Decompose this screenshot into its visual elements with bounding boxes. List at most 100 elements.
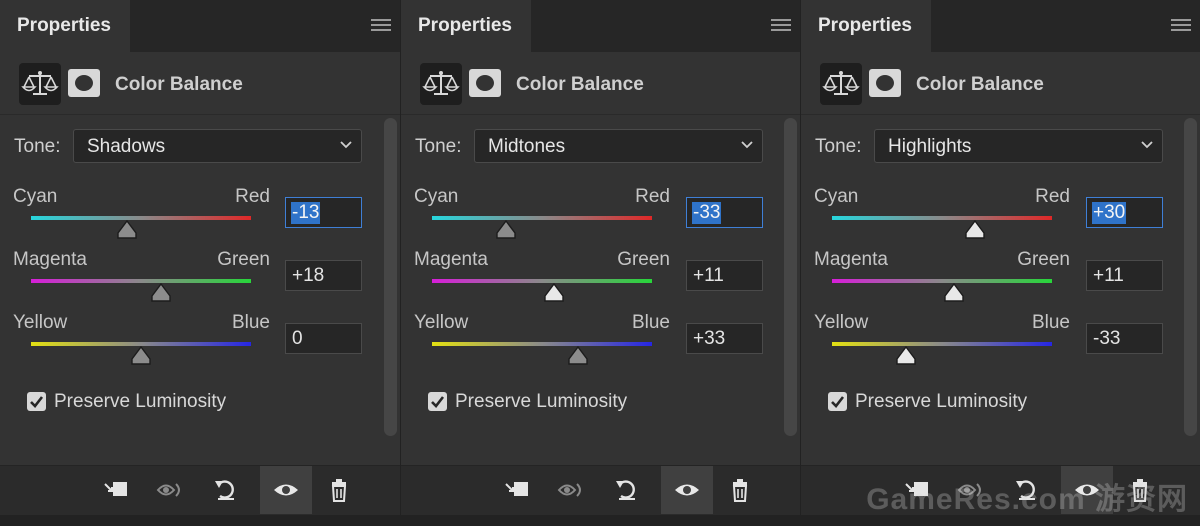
- adjustment-title: Color Balance: [516, 74, 644, 95]
- preserve-luminosity-checkbox[interactable]: [828, 392, 847, 411]
- cyan-red-slider-thumb[interactable]: [495, 220, 517, 239]
- chevron-down-icon: [1141, 141, 1153, 149]
- cyan-red-left-label: Cyan: [814, 186, 859, 207]
- magenta-green-value-field[interactable]: +11: [1086, 260, 1163, 291]
- magenta-green-right-label: Green: [617, 249, 670, 270]
- yellow-blue-slider-thumb[interactable]: [130, 346, 152, 365]
- view-previous-state-icon[interactable]: [155, 476, 187, 504]
- tone-label: Tone:: [415, 136, 462, 157]
- tab-label: Properties: [818, 15, 912, 36]
- panel-menu-icon[interactable]: [371, 19, 391, 33]
- properties-panel-highlights: Properties Color Balance Tone: Highlight: [800, 0, 1200, 526]
- trash-icon[interactable]: [323, 476, 355, 504]
- color-balance-icon[interactable]: [420, 63, 462, 105]
- tab-properties[interactable]: Properties: [0, 0, 130, 52]
- cyan-red-value-field[interactable]: +30: [1086, 197, 1163, 228]
- panel-menu-icon[interactable]: [1171, 19, 1191, 33]
- cyan-red-slider-thumb[interactable]: [964, 220, 986, 239]
- preserve-luminosity-checkbox[interactable]: [27, 392, 46, 411]
- tab-properties[interactable]: Properties: [801, 0, 931, 52]
- preserve-luminosity-label: Preserve Luminosity: [455, 391, 628, 412]
- cyan-red-slider-thumb[interactable]: [116, 220, 138, 239]
- chevron-down-icon: [340, 141, 352, 149]
- tone-dropdown[interactable]: Shadows: [73, 129, 362, 163]
- layer-mask-icon[interactable]: [469, 69, 501, 97]
- adjustment-title: Color Balance: [916, 74, 1044, 95]
- visibility-eye-icon[interactable]: [270, 476, 302, 504]
- tone-dropdown[interactable]: Midtones: [474, 129, 763, 163]
- magenta-green-value: +11: [693, 265, 724, 286]
- preserve-luminosity-checkbox[interactable]: [428, 392, 447, 411]
- magenta-green-slider-track[interactable]: [31, 279, 251, 283]
- cyan-red-value: -33: [692, 202, 722, 224]
- scrollbar[interactable]: [384, 118, 397, 436]
- yellow-blue-slider-thumb[interactable]: [895, 346, 917, 365]
- tone-selected-value: Shadows: [87, 136, 166, 157]
- tab-properties[interactable]: Properties: [401, 0, 531, 52]
- magenta-green-left-label: Magenta: [814, 249, 888, 270]
- trash-icon[interactable]: [724, 476, 756, 504]
- cyan-red-value-field[interactable]: -13: [285, 197, 362, 228]
- magenta-green-left-label: Magenta: [414, 249, 488, 270]
- tab-bar: Properties: [0, 0, 400, 52]
- tone-selected-value: Midtones: [488, 136, 566, 157]
- checkmark-icon: [30, 396, 44, 408]
- scrollbar[interactable]: [1184, 118, 1197, 436]
- tab-bar: Properties: [401, 0, 800, 52]
- reset-icon[interactable]: [210, 476, 242, 504]
- layer-mask-icon[interactable]: [68, 69, 100, 97]
- yellow-blue-value: -33: [1093, 328, 1121, 349]
- yellow-blue-value-field[interactable]: 0: [285, 323, 362, 354]
- magenta-green-value-field[interactable]: +11: [686, 260, 763, 291]
- color-balance-icon[interactable]: [19, 63, 61, 105]
- adjustment-header: Color Balance: [401, 52, 800, 114]
- yellow-blue-left-label: Yellow: [814, 312, 869, 333]
- tab-label: Properties: [17, 15, 111, 36]
- yellow-blue-slider-track[interactable]: [432, 342, 652, 346]
- clip-to-layer-icon[interactable]: [502, 476, 534, 504]
- cyan-red-slider-track[interactable]: [432, 216, 652, 220]
- yellow-blue-right-label: Blue: [631, 312, 670, 333]
- yellow-blue-left-label: Yellow: [414, 312, 469, 333]
- preserve-luminosity-label: Preserve Luminosity: [54, 391, 227, 412]
- cyan-red-slider-track[interactable]: [31, 216, 251, 220]
- tone-label: Tone:: [14, 136, 61, 157]
- yellow-blue-value-field[interactable]: -33: [1086, 323, 1163, 354]
- properties-panel-shadows: Properties Color Balance Tone: Shadows P…: [0, 0, 400, 526]
- adjustment-title: Color Balance: [115, 74, 243, 95]
- yellow-blue-slider-thumb[interactable]: [567, 346, 589, 365]
- cyan-red-right-label: Red: [635, 186, 670, 207]
- cyan-red-slider-track[interactable]: [832, 216, 1052, 220]
- clip-to-layer-icon[interactable]: [101, 476, 133, 504]
- view-previous-state-icon[interactable]: [556, 476, 588, 504]
- chevron-down-icon: [741, 141, 753, 149]
- cyan-red-value-field[interactable]: -33: [686, 197, 763, 228]
- scrollbar[interactable]: [784, 118, 797, 436]
- panel-footer-toolbar: [0, 465, 400, 516]
- checkmark-icon: [431, 396, 445, 408]
- reset-icon[interactable]: [611, 476, 643, 504]
- adjustment-header: Color Balance: [0, 52, 400, 114]
- cyan-red-value: +30: [1092, 202, 1127, 224]
- layer-mask-icon[interactable]: [869, 69, 901, 97]
- yellow-blue-value-field[interactable]: +33: [686, 323, 763, 354]
- cyan-red-value: -13: [291, 202, 321, 224]
- cyan-red-right-label: Red: [235, 186, 270, 207]
- magenta-green-slider-track[interactable]: [832, 279, 1052, 283]
- magenta-green-value: +11: [1093, 265, 1124, 286]
- visibility-eye-icon[interactable]: [671, 476, 703, 504]
- magenta-green-slider-thumb[interactable]: [943, 283, 965, 302]
- cyan-red-right-label: Red: [1035, 186, 1070, 207]
- magenta-green-slider-thumb[interactable]: [543, 283, 565, 302]
- divider: [801, 114, 1200, 115]
- yellow-blue-slider-track[interactable]: [832, 342, 1052, 346]
- magenta-green-slider-track[interactable]: [432, 279, 652, 283]
- magenta-green-slider-thumb[interactable]: [150, 283, 172, 302]
- panel-menu-icon[interactable]: [771, 19, 791, 33]
- tone-dropdown[interactable]: Highlights: [874, 129, 1163, 163]
- panel-footer-toolbar: [401, 465, 800, 516]
- color-balance-icon[interactable]: [820, 63, 862, 105]
- magenta-green-value-field[interactable]: +18: [285, 260, 362, 291]
- cyan-red-left-label: Cyan: [13, 186, 58, 207]
- tab-bar: Properties: [801, 0, 1200, 52]
